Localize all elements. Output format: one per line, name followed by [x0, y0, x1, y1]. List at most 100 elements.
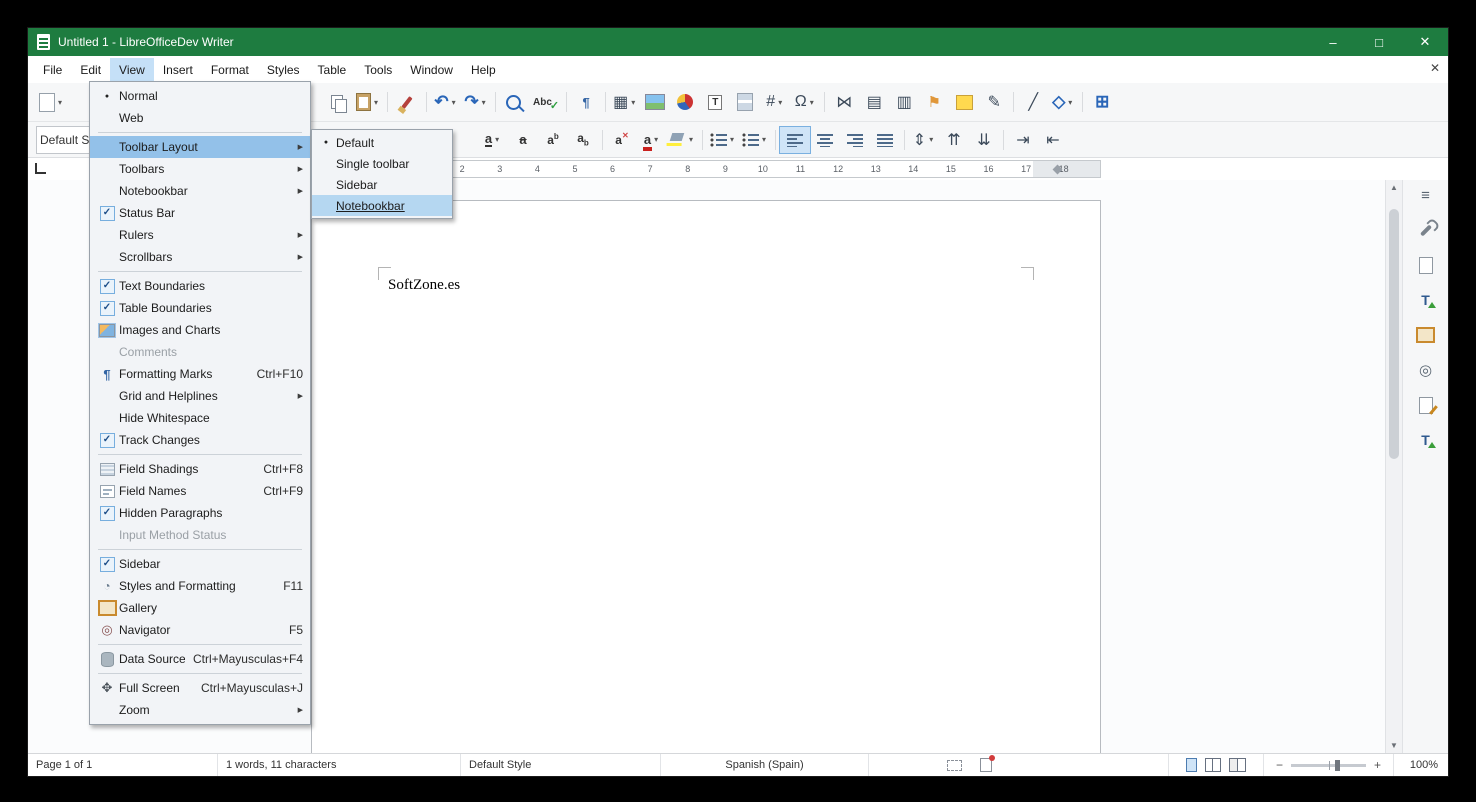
insert-bookmark-button[interactable]: ⚑: [919, 89, 949, 115]
menu-item-sidebar[interactable]: ✓ Sidebar: [90, 553, 310, 575]
submenu-item-default[interactable]: ● Default: [312, 132, 452, 153]
align-left-button[interactable]: [779, 125, 811, 154]
clone-formatting-button[interactable]: [392, 89, 422, 115]
insert-chart-button[interactable]: [670, 89, 700, 115]
undo-button[interactable]: ↶ ▾: [431, 89, 461, 115]
find-replace-button[interactable]: [500, 89, 530, 115]
design-panel-icon[interactable]: T: [1416, 431, 1436, 449]
menu-item-zoom[interactable]: Zoom ▶: [90, 699, 310, 721]
menu-file[interactable]: File: [34, 58, 71, 82]
redo-button[interactable]: ↷ ▾: [461, 89, 491, 115]
page-style-status[interactable]: Default Style: [461, 754, 661, 776]
menu-item-full-screen[interactable]: ✥ Full Screen Ctrl+Mayusculas+J: [90, 677, 310, 699]
menu-item-hide-whitespace[interactable]: Hide Whitespace: [90, 407, 310, 429]
menu-styles[interactable]: Styles: [258, 58, 309, 82]
gallery-panel-icon[interactable]: [1416, 326, 1436, 344]
basic-shapes-button[interactable]: ◇ ▾: [1048, 89, 1078, 115]
vertical-scrollbar[interactable]: ▲ ▼: [1385, 180, 1402, 753]
subscript-button[interactable]: ab: [568, 127, 598, 153]
increase-indent-button[interactable]: ⇥: [1008, 127, 1038, 153]
menu-item-hidden-paragraphs[interactable]: ✓ Hidden Paragraphs: [90, 502, 310, 524]
highlight-color-button[interactable]: ▾: [667, 127, 698, 153]
menu-item-formatting-marks[interactable]: ¶ Formatting Marks Ctrl+F10: [90, 363, 310, 385]
book-view-button[interactable]: [1229, 758, 1246, 772]
scroll-down-arrow[interactable]: ▼: [1390, 738, 1398, 753]
menu-insert[interactable]: Insert: [154, 58, 202, 82]
menu-item-table-boundaries[interactable]: ✓ Table Boundaries: [90, 297, 310, 319]
insert-frame-button[interactable]: ⊞: [1087, 89, 1117, 115]
menu-item-navigator[interactable]: ◎ Navigator F5: [90, 619, 310, 641]
zoom-in-button[interactable]: +: [1370, 758, 1385, 772]
maximize-button[interactable]: □: [1356, 28, 1402, 56]
zoom-slider-thumb[interactable]: [1335, 759, 1341, 771]
menu-item-scrollbars[interactable]: Scrollbars ▶: [90, 246, 310, 268]
zoom-slider[interactable]: [1291, 759, 1366, 771]
menu-item-grid-and-helplines[interactable]: Grid and Helplines ▶: [90, 385, 310, 407]
navigator-panel-icon[interactable]: ◎: [1416, 361, 1436, 379]
tab-stop-selector[interactable]: [35, 163, 46, 174]
line-spacing-button[interactable]: ⇕ ▾: [909, 127, 939, 153]
numbered-list-button[interactable]: ▾: [739, 127, 771, 153]
insert-line-button[interactable]: ╱: [1018, 89, 1048, 115]
sidebar-settings-icon[interactable]: ≡: [1416, 186, 1436, 204]
spelling-button[interactable]: Abc ✓: [530, 89, 562, 115]
menu-item-field-shadings[interactable]: Field Shadings Ctrl+F8: [90, 458, 310, 480]
bullet-list-button[interactable]: ▾: [707, 127, 739, 153]
insert-textbox-button[interactable]: T: [700, 89, 730, 115]
clear-formatting-button[interactable]: a ✕: [607, 127, 637, 153]
menu-item-gallery[interactable]: Gallery: [90, 597, 310, 619]
word-count-status[interactable]: 1 words, 11 characters: [218, 754, 461, 776]
document-text[interactable]: SoftZone.es: [388, 277, 460, 294]
special-character-button[interactable]: Ω ▾: [790, 89, 820, 115]
menu-item-toolbar-layout[interactable]: Toolbar Layout ▶: [90, 136, 310, 158]
page-break-button[interactable]: [730, 89, 760, 115]
menu-item-normal[interactable]: ● Normal: [90, 85, 310, 107]
manage-changes-icon[interactable]: [1416, 396, 1436, 414]
align-right-button[interactable]: [840, 127, 870, 153]
menu-item-styles-and-formatting[interactable]: ◔ Styles and Formatting F11: [90, 575, 310, 597]
menu-tools[interactable]: Tools: [355, 58, 401, 82]
menu-help[interactable]: Help: [462, 58, 505, 82]
styles-panel-icon[interactable]: T: [1416, 291, 1436, 309]
page-count-status[interactable]: Page 1 of 1: [28, 754, 218, 776]
superscript-button[interactable]: ab: [538, 127, 568, 153]
menu-item-notebookbar[interactable]: Notebookbar ▶: [90, 180, 310, 202]
scrollbar-thumb[interactable]: [1389, 209, 1399, 459]
menu-item-data-sources[interactable]: Data Sources Ctrl+Mayusculas+F4: [90, 648, 310, 670]
minimize-button[interactable]: –: [1310, 28, 1356, 56]
insert-table-button[interactable]: ▦ ▾: [610, 89, 640, 115]
single-page-view-button[interactable]: [1186, 758, 1197, 772]
new-document-button[interactable]: ▾: [36, 89, 67, 115]
close-document-button[interactable]: ✕: [1430, 61, 1440, 75]
insert-comment-button[interactable]: [949, 89, 979, 115]
menu-edit[interactable]: Edit: [71, 58, 110, 82]
zoom-out-button[interactable]: −: [1272, 758, 1287, 772]
menu-item-track-changes[interactable]: ✓ Track Changes: [90, 429, 310, 451]
align-justify-button[interactable]: [870, 127, 900, 153]
menu-item-toolbars[interactable]: Toolbars ▶: [90, 158, 310, 180]
multi-page-view-button[interactable]: [1205, 758, 1221, 772]
formatting-marks-button[interactable]: ¶: [571, 89, 601, 115]
menu-window[interactable]: Window: [401, 58, 462, 82]
insert-field-button[interactable]: # ▾: [760, 89, 790, 115]
strikethrough-button[interactable]: a: [508, 127, 538, 153]
menu-format[interactable]: Format: [202, 58, 258, 82]
insert-footnote-button[interactable]: ▤: [859, 89, 889, 115]
menu-item-images-and-charts[interactable]: Images and Charts: [90, 319, 310, 341]
underline-button[interactable]: a ▾: [478, 127, 508, 153]
menu-item-field-names[interactable]: Field Names Ctrl+F9: [90, 480, 310, 502]
insert-endnote-button[interactable]: ▥: [889, 89, 919, 115]
submenu-item-sidebar[interactable]: Sidebar: [312, 174, 452, 195]
selection-mode-icon[interactable]: [947, 759, 962, 771]
decrease-paragraph-spacing-button[interactable]: ⇊: [969, 127, 999, 153]
menu-item-rulers[interactable]: Rulers ▶: [90, 224, 310, 246]
menu-view[interactable]: View: [110, 57, 154, 82]
copy-button[interactable]: [323, 89, 353, 115]
menu-item-text-boundaries[interactable]: ✓ Text Boundaries: [90, 275, 310, 297]
paste-button[interactable]: ▾: [353, 89, 383, 115]
menu-table[interactable]: Table: [309, 58, 356, 82]
document-modified-icon[interactable]: [980, 755, 995, 772]
submenu-item-single-toolbar[interactable]: Single toolbar: [312, 153, 452, 174]
track-changes-button[interactable]: ✎: [979, 89, 1009, 115]
scroll-up-arrow[interactable]: ▲: [1390, 180, 1398, 195]
